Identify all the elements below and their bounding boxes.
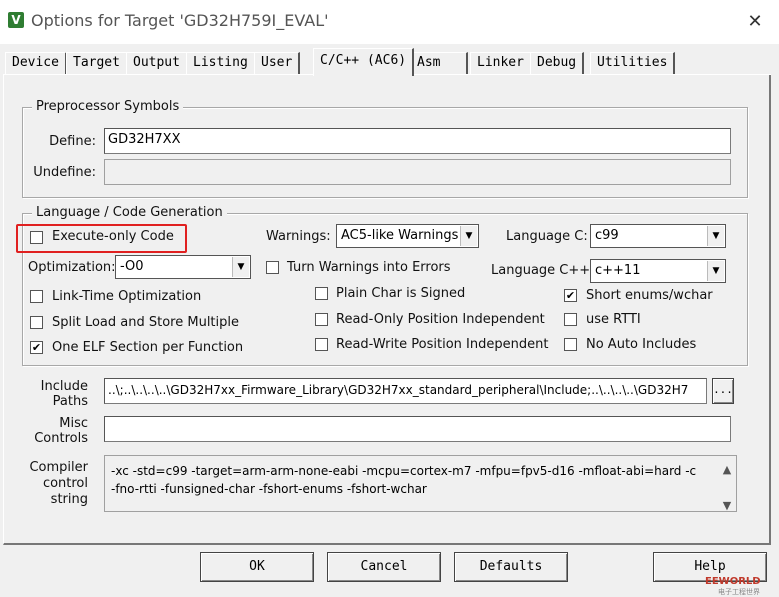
compiler-control-label: Compiler control string (20, 460, 88, 508)
rtti-checkbox[interactable] (564, 313, 577, 326)
compiler-label-line3: string (50, 492, 88, 507)
compiler-label-line1: Compiler (29, 460, 88, 475)
language-c-value: c99 (595, 228, 619, 243)
compiler-line1: -xc -std=c99 -target=arm-arm-none-eabi -… (111, 464, 697, 478)
misc-controls-label: Misc Controls (30, 416, 88, 446)
warnings-label: Warnings: (266, 229, 331, 244)
tab-output[interactable]: Output (126, 52, 188, 74)
lto-checkbox[interactable] (30, 290, 43, 303)
watermark-logo: EEWORLD (705, 576, 761, 587)
include-label-line1: Include (40, 379, 88, 394)
misc-label-line1: Misc (59, 416, 88, 431)
one-elf-checkbox[interactable]: ✔ (30, 341, 43, 354)
plain-char-label: Plain Char is Signed (336, 286, 466, 301)
misc-label-line2: Controls (34, 431, 88, 446)
chevron-down-icon[interactable]: ▼ (707, 226, 724, 246)
tab-debug[interactable]: Debug (530, 52, 585, 74)
turn-warnings-errors-checkbox[interactable] (266, 261, 279, 274)
chevron-down-icon[interactable]: ▼ (707, 261, 724, 281)
scroll-up-icon[interactable]: ▲ (719, 461, 735, 479)
language-cpp-label: Language C++: (491, 263, 595, 278)
tab-listing[interactable]: Listing (186, 52, 256, 74)
scroll-down-icon[interactable]: ▼ (719, 497, 735, 511)
compiler-label-line2: control (42, 476, 88, 491)
language-c-label: Language C: (506, 229, 588, 244)
tab-cpp-ac6[interactable]: C/C++ (AC6) (313, 48, 415, 76)
tab-asm[interactable]: Asm (410, 52, 468, 74)
no-auto-includes-label: No Auto Includes (586, 337, 697, 352)
execute-only-checkbox[interactable] (30, 231, 43, 244)
ok-button[interactable]: OK (200, 552, 314, 582)
include-paths-input[interactable]: ..\;..\..\..\..\GD32H7xx_Firmware_Librar… (104, 378, 707, 404)
short-enums-label: Short enums/wchar (586, 288, 713, 303)
define-input[interactable]: GD32H7XX (104, 128, 731, 154)
compiler-line2: -fno-rtti -funsigned-char -fshort-enums … (111, 482, 427, 496)
language-legend: Language / Code Generation (32, 205, 227, 220)
compiler-control-string[interactable]: -xc -std=c99 -target=arm-arm-none-eabi -… (104, 455, 737, 512)
tab-utilities[interactable]: Utilities (590, 52, 676, 74)
ro-pi-label: Read-Only Position Independent (336, 312, 545, 327)
one-elf-label: One ELF Section per Function (52, 340, 244, 355)
misc-controls-input[interactable] (104, 416, 731, 442)
language-cpp-select[interactable]: c++11 ▼ (590, 259, 726, 283)
split-load-label: Split Load and Store Multiple (52, 315, 239, 330)
preprocessor-legend: Preprocessor Symbols (32, 99, 184, 114)
warnings-value: AC5-like Warnings (341, 228, 459, 243)
rw-pi-checkbox[interactable] (315, 338, 328, 351)
ro-pi-checkbox[interactable] (315, 313, 328, 326)
include-label-line2: Paths (52, 394, 88, 409)
execute-only-label: Execute-only Code (52, 229, 174, 244)
tab-linker[interactable]: Linker (470, 52, 532, 74)
optimization-label: Optimization: (28, 260, 116, 275)
compiler-scrollbar[interactable]: ▲ ▼ (719, 457, 735, 511)
include-browse-button[interactable]: ... (712, 378, 734, 404)
turn-warnings-errors-label: Turn Warnings into Errors (287, 260, 451, 275)
warnings-select[interactable]: AC5-like Warnings ▼ (336, 224, 479, 248)
watermark-subtext: 电子工程世界 (718, 588, 760, 596)
cancel-button[interactable]: Cancel (327, 552, 441, 582)
short-enums-checkbox[interactable]: ✔ (564, 289, 577, 302)
no-auto-includes-checkbox[interactable] (564, 338, 577, 351)
chevron-down-icon[interactable]: ▼ (232, 257, 249, 277)
tab-device[interactable]: Device (5, 52, 67, 74)
optimization-value: -O0 (120, 259, 144, 274)
plain-char-checkbox[interactable] (315, 287, 328, 300)
language-cpp-value: c++11 (595, 263, 641, 278)
undefine-label: Undefine: (33, 165, 96, 180)
rtti-label: use RTTI (586, 312, 641, 327)
app-icon: V (8, 12, 24, 28)
chevron-down-icon[interactable]: ▼ (460, 226, 477, 246)
define-label: Define: (49, 134, 96, 149)
tab-user[interactable]: User (254, 52, 301, 74)
language-c-select[interactable]: c99 ▼ (590, 224, 726, 248)
close-button[interactable]: ✕ (743, 10, 767, 34)
defaults-button[interactable]: Defaults (454, 552, 568, 582)
lto-label: Link-Time Optimization (52, 289, 202, 304)
optimization-select[interactable]: -O0 ▼ (115, 255, 251, 279)
rw-pi-label: Read-Write Position Independent (336, 337, 549, 352)
tab-target[interactable]: Target (66, 52, 128, 74)
include-paths-label: Include Paths (30, 379, 88, 409)
undefine-input[interactable] (104, 159, 731, 185)
window-title: Options for Target 'GD32H759I_EVAL' (31, 11, 329, 30)
split-load-checkbox[interactable] (30, 316, 43, 329)
